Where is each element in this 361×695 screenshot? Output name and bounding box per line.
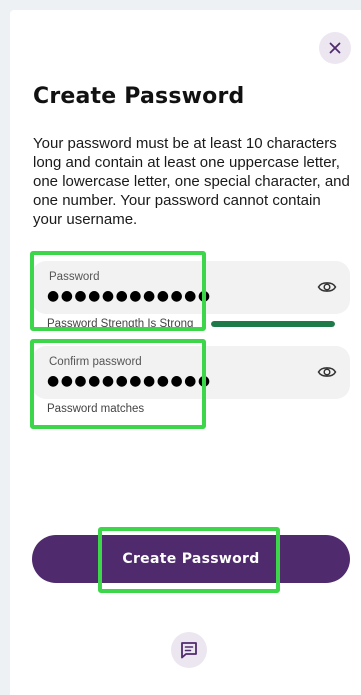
chat-icon [181,642,197,659]
password-label: Password [49,271,100,283]
create-password-button[interactable]: Create Password [32,535,350,583]
confirm-password-label: Confirm password [49,356,142,368]
page-title: Create Password [33,84,245,109]
create-password-screen: Create Password Your password must be at… [10,10,361,695]
password-strength-bar [211,321,335,327]
password-field[interactable]: Password [32,261,350,314]
chat-button[interactable] [171,632,207,668]
eye-icon [317,282,337,292]
show-password-toggle[interactable] [317,279,337,295]
password-strength-fill [211,321,335,327]
close-button[interactable] [319,32,351,64]
show-confirm-password-toggle[interactable] [317,364,337,380]
password-requirements: Your password must be at least 10 charac… [33,135,350,228]
password-input[interactable] [47,285,297,307]
eye-icon [317,367,337,377]
confirm-password-field[interactable]: Confirm password [32,346,350,399]
confirm-password-input[interactable] [47,370,297,392]
password-match-status: Password matches [47,403,145,415]
close-icon [329,42,341,54]
password-strength-label: Password Strength Is Strong [47,318,194,330]
